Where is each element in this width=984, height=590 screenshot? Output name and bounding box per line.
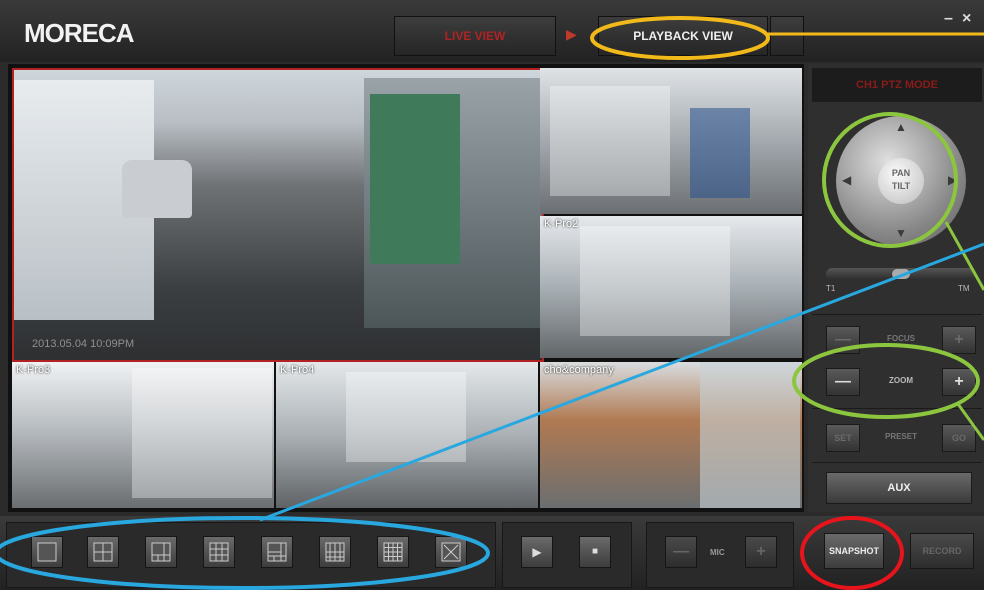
arrow-left-icon[interactable]: ◀ <box>842 173 851 187</box>
layout-1plus5-button[interactable] <box>145 536 177 568</box>
zoom-plus-button[interactable]: + <box>942 368 976 396</box>
car-image <box>122 160 192 218</box>
zoom-label: ZOOM <box>889 376 913 385</box>
layout-16-icon <box>383 542 403 562</box>
zoom-slider-knob[interactable] <box>892 269 910 279</box>
camera-label: cho&company <box>544 364 614 376</box>
title-bar: MORECA LIVE VIEW ▶ PLAYBACK VIEW – × <box>0 0 984 62</box>
fullscreen-button[interactable] <box>435 536 467 568</box>
layout-1-icon <box>37 542 57 562</box>
ptz-status: CH1 PTZ MODE <box>812 68 982 102</box>
camera-label: K-Pro3 <box>16 364 51 376</box>
bottom-toolbar: ▶ ■ — + MIC SNAPSHOT RECORD <box>0 516 984 590</box>
arrow-down-icon[interactable]: ▼ <box>895 226 907 240</box>
layout-1plus7-button[interactable] <box>261 536 293 568</box>
layout-13-icon <box>325 542 345 562</box>
mic-minus-button[interactable]: — <box>665 536 697 568</box>
stop-button[interactable]: ■ <box>579 536 611 568</box>
camera-feed-2[interactable] <box>540 68 802 214</box>
video-grid: 2013.05.04 10:09PM K-Pro2 K-Pro3 K-Pro4 … <box>8 64 804 512</box>
layout-button-group <box>6 522 496 588</box>
close-button[interactable]: × <box>962 10 971 28</box>
layout-9-icon <box>209 542 229 562</box>
zoom-slider[interactable] <box>826 268 976 280</box>
ptz-panel: CH1 PTZ MODE ▲ ▼ ◀ ▶ PAN TILT T1 TM — FO… <box>808 64 984 512</box>
pan-tilt-button[interactable]: PAN TILT <box>878 158 924 204</box>
minimize-button[interactable]: – <box>944 10 953 28</box>
preset-label: PRESET <box>884 432 917 441</box>
pan-label: PAN <box>891 168 911 178</box>
layout-6-icon <box>151 542 171 562</box>
playback-control-group: ▶ ■ <box>502 522 632 588</box>
nvr-app-window: MORECA LIVE VIEW ▶ PLAYBACK VIEW – × 201… <box>0 0 984 590</box>
camera-label: K-Pro4 <box>280 364 315 376</box>
layout-1plus12-button[interactable] <box>319 536 351 568</box>
layout-8-icon <box>267 542 287 562</box>
layout-3x3-button[interactable] <box>203 536 235 568</box>
camera-feed-1[interactable]: 2013.05.04 10:09PM <box>12 68 544 362</box>
preset-row: SET PRESET GO <box>826 424 976 452</box>
layout-2x2-button[interactable] <box>87 536 119 568</box>
layout-4-icon <box>93 542 113 562</box>
layout-1x1-button[interactable] <box>31 536 63 568</box>
camera-feed-4[interactable]: K-Pro3 <box>12 362 274 508</box>
zoom-row: — ZOOM + <box>826 368 976 396</box>
arrow-up-icon[interactable]: ▲ <box>895 120 907 134</box>
preset-set-button[interactable]: SET <box>826 424 860 452</box>
app-logo: MORECA <box>24 18 135 48</box>
layout-4x4-button[interactable] <box>377 536 409 568</box>
focus-label: FOCUS <box>887 334 915 343</box>
tilt-label: TILT <box>891 181 911 191</box>
zoom-max-label: TM <box>958 284 970 293</box>
tab-arrow-icon: ▶ <box>566 26 577 42</box>
zoom-min-label: T1 <box>826 284 836 293</box>
aux-button[interactable]: AUX <box>826 472 972 504</box>
focus-row: — FOCUS + <box>826 326 976 354</box>
arrow-right-icon[interactable]: ▶ <box>948 173 957 187</box>
tab-live-view[interactable]: LIVE VIEW <box>394 16 556 56</box>
camera-label: K-Pro2 <box>544 218 579 230</box>
record-button[interactable]: RECORD <box>910 533 974 569</box>
camera-feed-3[interactable]: K-Pro2 <box>540 216 802 358</box>
zoom-minus-button[interactable]: — <box>826 368 860 396</box>
preset-go-button[interactable]: GO <box>942 424 976 452</box>
focus-plus-button[interactable]: + <box>942 326 976 354</box>
camera-timestamp: 2013.05.04 10:09PM <box>32 338 135 350</box>
mic-plus-button[interactable]: + <box>745 536 777 568</box>
ptz-joystick[interactable]: ▲ ▼ ◀ ▶ PAN TILT <box>836 116 966 246</box>
camera-feed-5[interactable]: K-Pro4 <box>276 362 538 508</box>
tab-playback-view[interactable]: PLAYBACK VIEW <box>598 16 768 56</box>
focus-minus-button[interactable]: — <box>826 326 860 354</box>
snapshot-button[interactable]: SNAPSHOT <box>824 533 884 569</box>
mic-label: MIC <box>710 548 725 557</box>
fullscreen-icon <box>441 542 461 562</box>
tab-extra[interactable] <box>770 16 804 56</box>
camera-feed-6[interactable]: cho&company <box>540 362 802 508</box>
play-button[interactable]: ▶ <box>521 536 553 568</box>
